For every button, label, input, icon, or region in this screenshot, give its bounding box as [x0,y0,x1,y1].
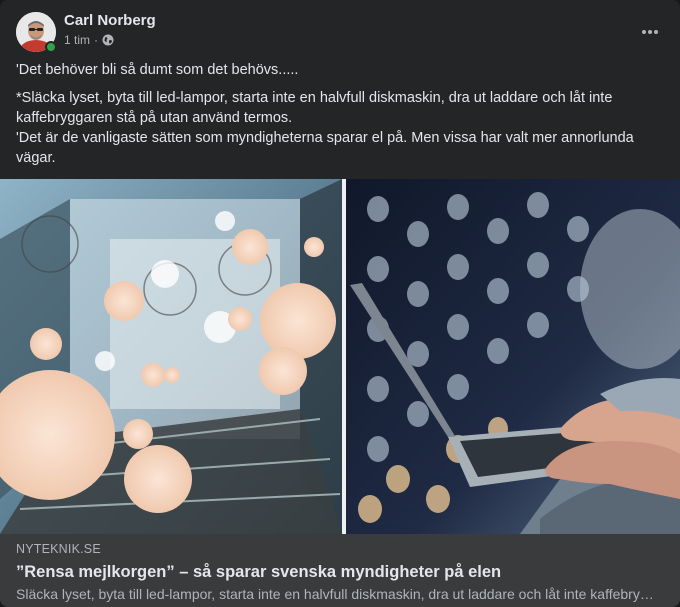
link-preview-image[interactable] [0,179,680,534]
post-time[interactable]: 1 tim [64,33,90,47]
link-description: Släcka lyset, byta till led-lampor, star… [16,586,656,602]
link-preview-card[interactable]: NYTEKNIK.SE ”Rensa mejlkorgen” – så spar… [0,534,680,607]
meta-separator: · [94,33,99,47]
post-header: Carl Norberg 1 tim · [16,12,664,53]
globe-icon[interactable] [102,34,114,46]
post-text: 'Det behöver bli så dumt som det behövs.… [16,60,664,168]
facebook-post: Carl Norberg 1 tim · 'Det behöver bli så… [0,0,680,607]
post-line: 'Det är de vanligaste sätten som myndigh… [16,130,634,166]
link-title[interactable]: ”Rensa mejlkorgen” – så sparar svenska m… [16,563,501,582]
author-name[interactable]: Carl Norberg [64,12,156,29]
post-meta: 1 tim · [64,33,114,47]
post-line: *Släcka lyset, byta till led-lampor, sta… [16,90,613,126]
post-line: 'Det behöver bli så dumt som det behövs.… [16,62,299,78]
more-options-icon[interactable] [636,20,664,44]
link-domain: NYTEKNIK.SE [16,542,101,556]
online-status-dot [45,41,57,53]
